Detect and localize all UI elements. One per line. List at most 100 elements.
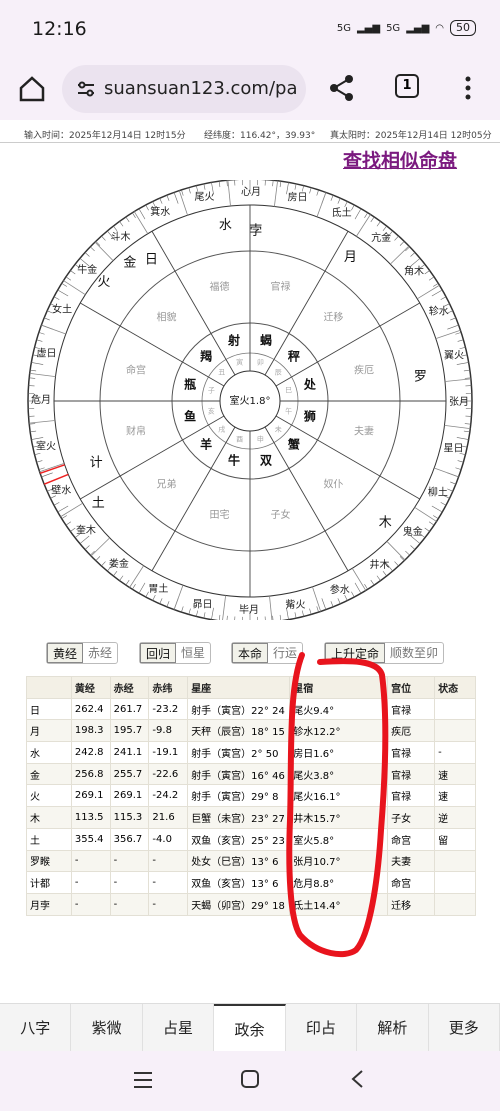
signal-icon-2: ▂▄▆ [406,22,430,34]
tick-mark [440,296,447,300]
zodiac-toggle[interactable]: 回归 恒星 [139,642,212,664]
life-palace-toggle[interactable]: 上升定命 顺数至卯 [324,642,445,664]
mansion-divider [29,420,56,424]
tick-mark [119,575,124,581]
tick-mark [218,614,221,620]
tick-mark [84,545,90,550]
palace-label: 财帛 [126,425,146,438]
url-text: suansuan123.com/pa [104,78,298,99]
mansion-divider [90,537,110,557]
nav-item[interactable]: 八字 [0,1004,72,1051]
mansion-label: 昴日 [192,599,212,611]
branch-label: 子 [208,387,215,395]
chart-type-toggle[interactable]: 本命 行运 [231,642,304,664]
mansion-label: 角木 [404,266,424,278]
table-cell: 双鱼（亥宫）25° 23 [187,827,291,851]
home-icon[interactable] [18,76,46,102]
mansion-divider [222,595,227,620]
toggle-tropical[interactable]: 回归 [140,643,177,663]
nav-item[interactable]: 紫微 [71,1004,143,1051]
tick-mark [457,460,464,463]
mansion-divider [312,586,322,612]
share-icon[interactable] [328,74,356,102]
mansion-divider [133,211,149,234]
table-cell: 命宫 [387,871,436,894]
find-similar-link[interactable]: 查找相似命盘 [343,146,457,173]
toggle-sidereal[interactable]: 恒星 [176,643,210,663]
table-cell: 金 [26,762,72,786]
nav-item[interactable]: 政余 [214,1004,286,1051]
site-settings-icon[interactable] [76,81,96,97]
tick-mark [364,212,368,218]
house-divider [80,302,225,387]
tick-mark [113,571,118,577]
table-cell: 疾厄 [387,719,436,743]
longitude-toggle[interactable]: 黄经 赤经 [46,642,119,664]
sign-label: 秤 [288,349,300,364]
table-cell: 115.3 [109,806,150,829]
tick-mark [166,195,170,201]
table-cell: 土 [26,827,72,851]
toggle-count-to-mao[interactable]: 顺数至卯 [385,643,443,663]
nav-item[interactable]: 解析 [357,1004,429,1051]
table-cell: 房日1.6° [289,741,389,764]
tick-mark [70,270,76,275]
recent-apps-icon[interactable] [133,1071,153,1089]
table-cell: -23.2 [148,697,189,721]
branch-label: 午 [285,406,292,415]
toggle-ecliptic[interactable]: 黄经 [47,643,84,663]
mansion-label: 心月 [241,186,261,198]
table-row: 日 262.4 261.7 -23.2 射手（寅宫）22° 24 尾火9.4° 官禄 [26,697,476,721]
status-bar: 12:16 5G ▂▄▆ 5G ▂▄▆ ◠ 50 [0,0,500,58]
tick-mark [29,377,36,379]
tick-mark [405,550,410,556]
table-cell: - [109,892,150,916]
home-nav-icon[interactable] [240,1069,260,1089]
table-cell: 木 [26,806,72,829]
nav-item[interactable]: 更多 [429,1004,500,1051]
mansion-divider [39,463,65,473]
table-cell: 井木15.7° [289,806,389,829]
sign-label: 处 [303,376,317,391]
toggle-equatorial[interactable]: 赤经 [83,643,117,663]
ascendant-marker [43,473,69,485]
tick-mark [428,521,435,526]
tick-mark [351,591,355,598]
toggle-ascendant[interactable]: 上升定命 [325,643,386,663]
tick-mark [450,481,456,485]
table-cell: - [109,849,150,873]
mansion-label: 井木 [369,558,389,571]
center-label: 室火1.8° [230,394,271,407]
tick-mark [330,601,334,607]
mansion-divider [435,329,461,339]
back-icon[interactable] [350,1069,364,1089]
more-menu-icon[interactable] [464,76,472,100]
mansion-label: 觜火 [285,598,305,611]
tick-mark [138,582,146,594]
url-bar[interactable]: suansuan123.com/pa [62,65,306,113]
mansion-label: 星日 [444,443,464,455]
sign-label: 蝎 [260,333,272,348]
tick-mark [29,423,36,425]
tick-mark [424,527,430,532]
table-cell: 射手（寅宫）2° 50 [187,741,291,764]
tick-mark [463,369,470,372]
planet-label: 日 [145,253,158,268]
tick-mark [38,467,45,470]
nav-item[interactable]: 占星 [143,1004,215,1051]
nav-item[interactable]: 印占 [286,1004,358,1051]
tick-mark [79,535,90,544]
tick-mark [57,289,69,297]
tick-mark [145,204,149,211]
table-cell: 尾火9.4° [289,697,389,721]
toggle-transit[interactable]: 行运 [268,643,302,663]
planet-label: 金 [123,254,136,270]
mansion-divider [29,372,56,378]
tick-mark [440,502,447,506]
tick-mark [382,571,387,577]
table-cell: 尾火16.1° [289,784,389,808]
toggle-natal[interactable]: 本命 [232,643,269,663]
table-cell: 命宫 [387,827,436,851]
tabs-count-button[interactable]: 1 [395,74,419,98]
tick-mark [431,505,443,513]
